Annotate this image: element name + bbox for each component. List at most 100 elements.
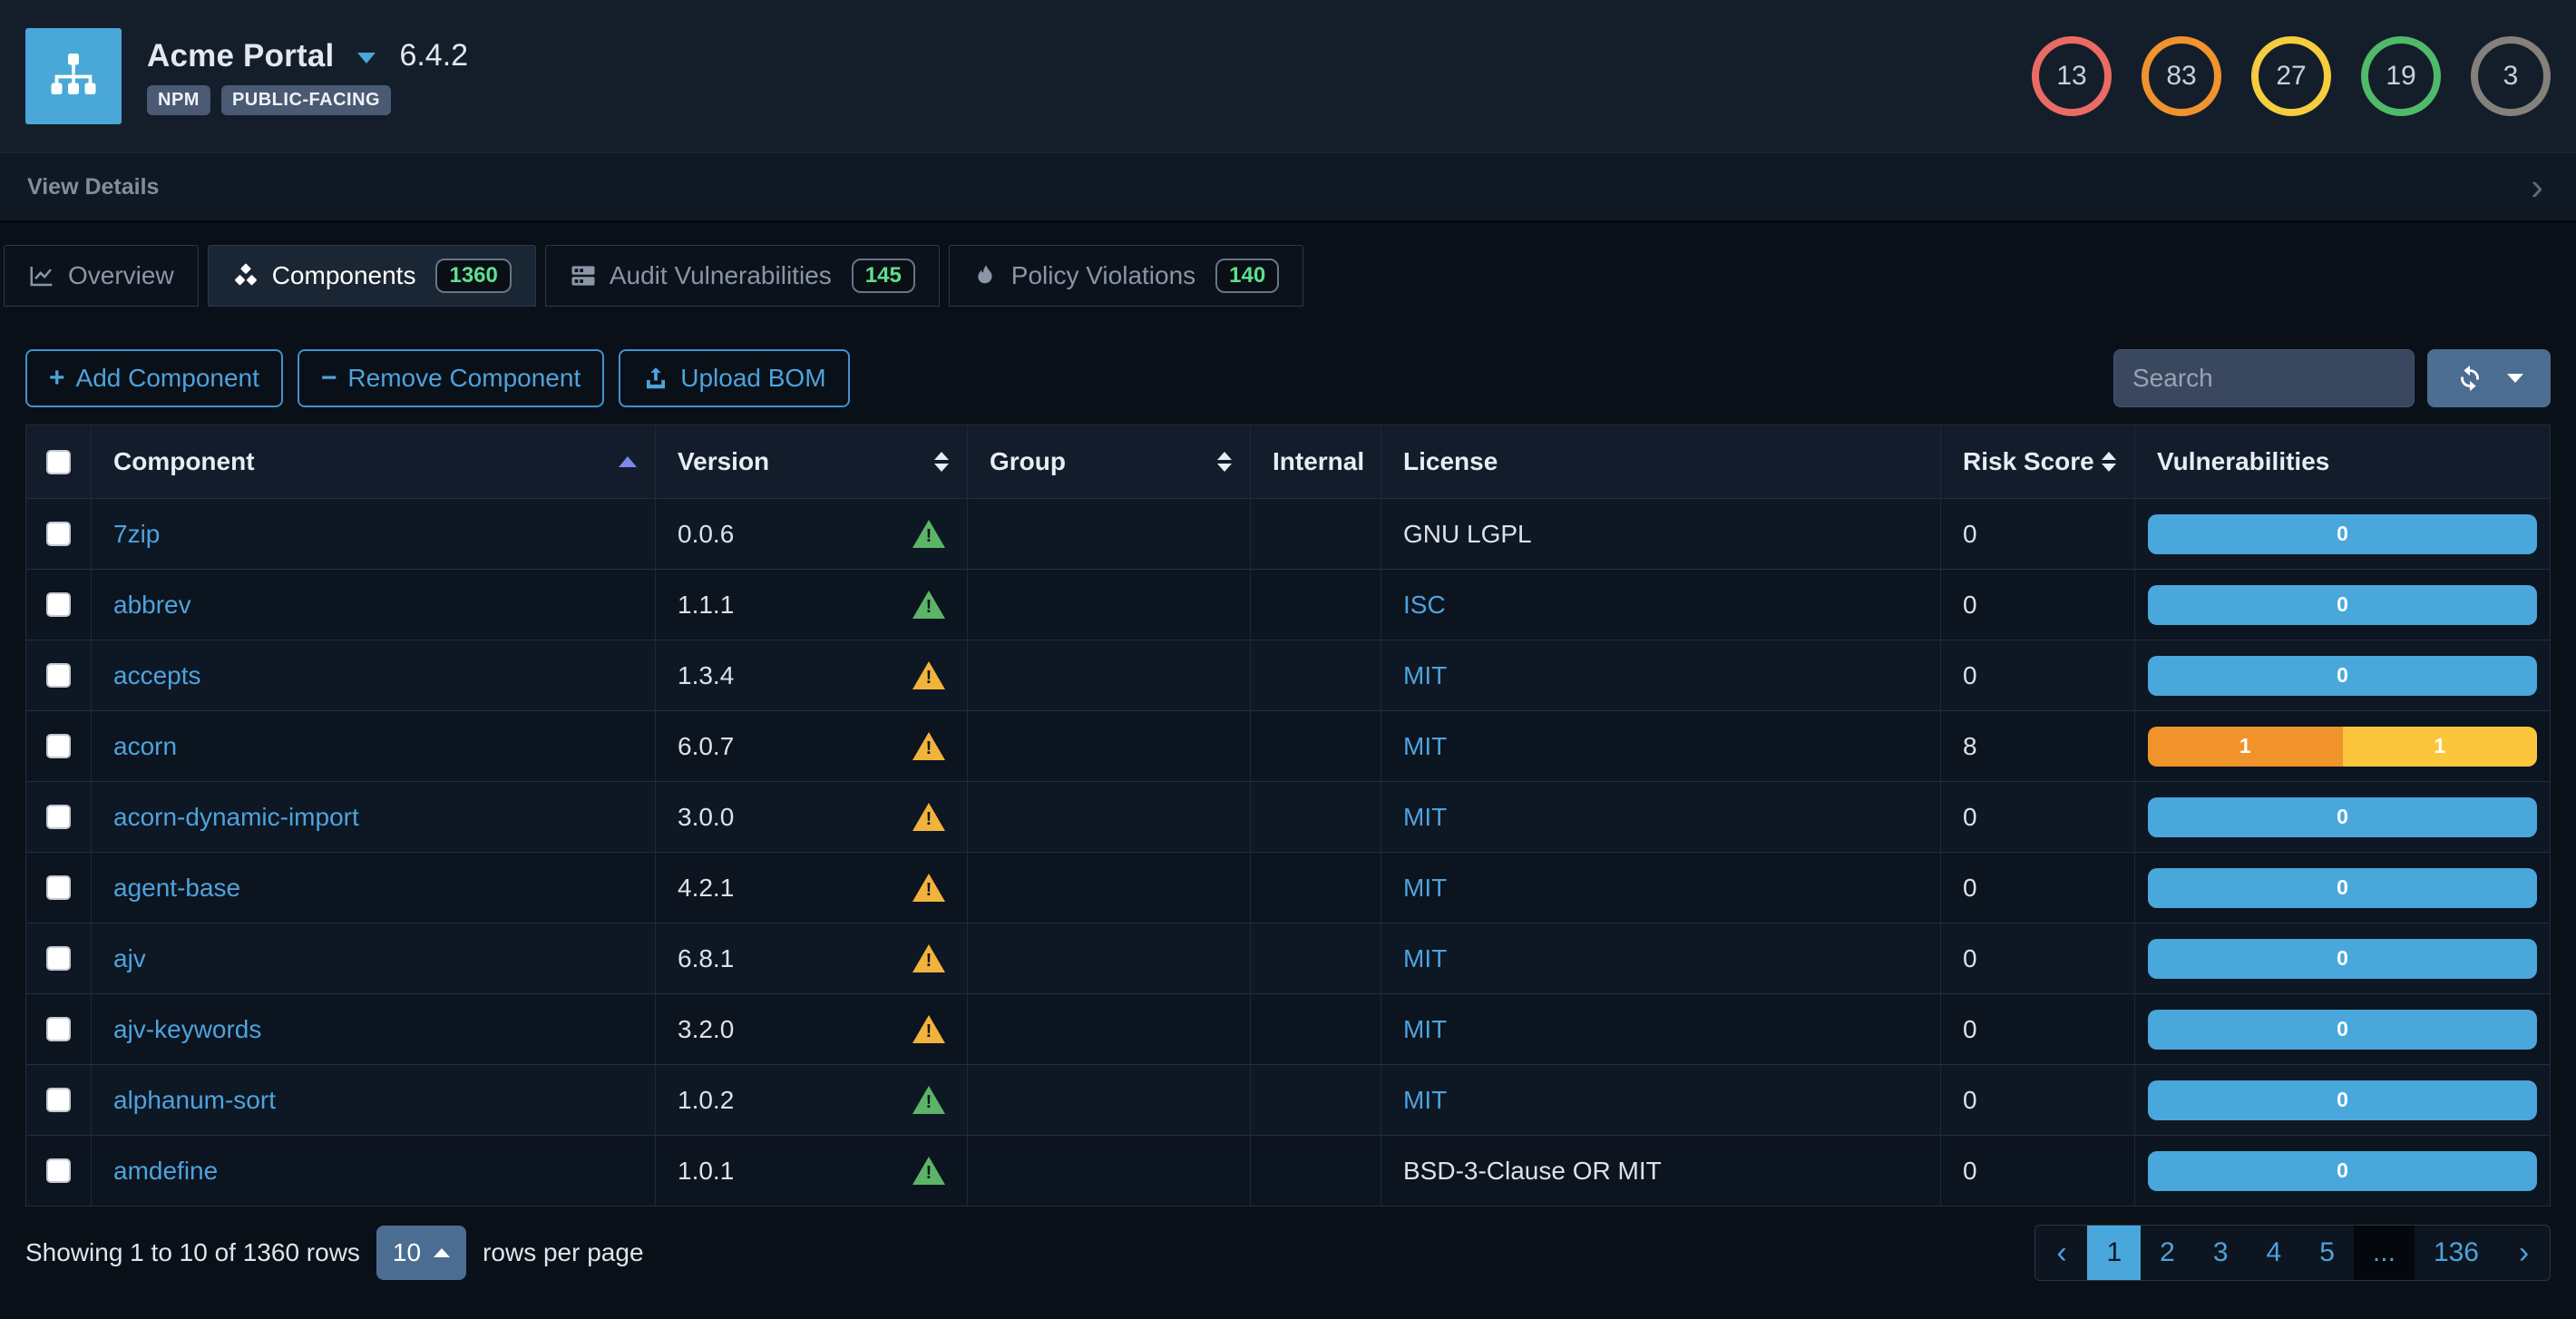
risk-score-cell: 0 (1941, 640, 2135, 710)
component-link[interactable]: acorn-dynamic-import (113, 803, 359, 832)
column-header-version[interactable]: Version (656, 425, 968, 498)
table-row: abbrev 1.1.1 ISC 0 0 (26, 569, 2550, 640)
component-link[interactable]: abbrev (113, 591, 191, 620)
pagination-page[interactable]: 1 (2087, 1226, 2141, 1280)
component-link[interactable]: acorn (113, 732, 177, 761)
warning-triangle-icon (912, 591, 945, 619)
table-row: alphanum-sort 1.0.2 MIT 0 0 (26, 1064, 2550, 1135)
component-link[interactable]: alphanum-sort (113, 1086, 276, 1115)
component-link[interactable]: amdefine (113, 1157, 218, 1186)
pagination-page[interactable]: 4 (2248, 1226, 2301, 1280)
sort-icon (2102, 452, 2116, 472)
component-cell: acorn-dynamic-import (92, 782, 656, 852)
license-text[interactable]: MIT (1403, 661, 1447, 690)
metric-ring-badge: 13 (2032, 36, 2112, 116)
row-checkbox[interactable] (46, 1158, 71, 1183)
sitemap-icon (46, 49, 101, 103)
tab-count-badge: 140 (1215, 259, 1279, 293)
internal-cell (1251, 1136, 1381, 1206)
view-details-bar[interactable]: View Details › (0, 152, 2576, 222)
license-cell: MIT (1381, 923, 1941, 993)
license-text[interactable]: MIT (1403, 944, 1447, 973)
version-cell: 1.0.1 (656, 1136, 968, 1206)
tab-components[interactable]: Components 1360 (208, 245, 536, 307)
component-link[interactable]: 7zip (113, 520, 160, 549)
tab-count-badge: 145 (852, 259, 915, 293)
column-header-group[interactable]: Group (968, 425, 1251, 498)
license-text[interactable]: MIT (1403, 1086, 1447, 1115)
pagination-next[interactable]: › (2498, 1226, 2550, 1280)
row-checkbox[interactable] (46, 734, 71, 758)
minus-icon: − (321, 363, 337, 394)
row-checkbox[interactable] (46, 663, 71, 688)
column-header-license: License (1381, 425, 1941, 498)
tab-overview[interactable]: Overview (4, 245, 199, 307)
vulnerability-segment: 0 (2148, 585, 2537, 625)
version-cell: 6.0.7 (656, 711, 968, 781)
vulnerabilities-cell: 0 (2135, 923, 2550, 993)
upload-bom-button[interactable]: Upload BOM (619, 349, 849, 407)
table-row: ajv 6.8.1 MIT 0 0 (26, 923, 2550, 993)
add-component-button[interactable]: + Add Component (25, 349, 283, 407)
pagination-page[interactable]: 2 (2141, 1226, 2194, 1280)
select-all-checkbox[interactable] (46, 450, 71, 474)
refresh-icon (2454, 363, 2485, 394)
remove-component-button[interactable]: − Remove Component (298, 349, 604, 407)
internal-cell (1251, 853, 1381, 923)
component-link[interactable]: accepts (113, 661, 201, 690)
view-details-label: View Details (27, 174, 159, 200)
row-checkbox[interactable] (46, 592, 71, 617)
license-text[interactable]: ISC (1403, 591, 1446, 620)
component-cell: abbrev (92, 570, 656, 640)
search-input[interactable] (2113, 349, 2415, 407)
column-header-component[interactable]: Component (92, 425, 656, 498)
internal-cell (1251, 1065, 1381, 1135)
internal-cell (1251, 640, 1381, 710)
license-cell: GNU LGPL (1381, 499, 1941, 569)
license-cell: MIT (1381, 994, 1941, 1064)
page-size-dropdown[interactable]: 10 (376, 1226, 466, 1280)
risk-score-value: 0 (1963, 1157, 1977, 1186)
component-link[interactable]: agent-base (113, 874, 240, 903)
version-cell: 1.3.4 (656, 640, 968, 710)
metric-ring-badge: 3 (2471, 36, 2551, 116)
pagination-prev[interactable]: ‹ (2035, 1226, 2087, 1280)
project-title[interactable]: Acme Portal (147, 38, 334, 74)
group-cell (968, 640, 1251, 710)
pagination-ellipsis: ... (2354, 1226, 2415, 1280)
tab-policy-violations[interactable]: Policy Violations 140 (949, 245, 1303, 307)
vulnerability-segment: 0 (2148, 514, 2537, 554)
risk-score-value: 0 (1963, 803, 1977, 832)
project-logo (25, 28, 122, 124)
pagination-page[interactable]: 136 (2415, 1226, 2498, 1280)
chevron-down-icon[interactable] (357, 53, 376, 64)
row-checkbox[interactable] (46, 875, 71, 900)
vulnerabilities-cell: 0 (2135, 853, 2550, 923)
risk-score-cell: 0 (1941, 1136, 2135, 1206)
tab-audit-vulnerabilities[interactable]: Audit Vulnerabilities 145 (545, 245, 940, 307)
vulnerabilities-bar: 0 (2148, 797, 2537, 837)
row-checkbox[interactable] (46, 805, 71, 829)
component-link[interactable]: ajv (113, 944, 146, 973)
license-text[interactable]: MIT (1403, 1015, 1447, 1044)
license-text[interactable]: MIT (1403, 874, 1447, 903)
pagination-page[interactable]: 3 (2194, 1226, 2248, 1280)
license-cell: MIT (1381, 1065, 1941, 1135)
risk-score-cell: 0 (1941, 923, 2135, 993)
cubes-icon (232, 262, 259, 289)
pagination: ‹ 12345...136 › (2034, 1225, 2551, 1281)
component-link[interactable]: ajv-keywords (113, 1015, 261, 1044)
license-text[interactable]: MIT (1403, 732, 1447, 761)
vulnerability-segment: 0 (2148, 868, 2537, 908)
column-header-risk-score[interactable]: Risk Score (1941, 425, 2135, 498)
component-cell: agent-base (92, 853, 656, 923)
license-text[interactable]: MIT (1403, 803, 1447, 832)
refresh-button[interactable] (2427, 349, 2551, 407)
pagination-page[interactable]: 5 (2300, 1226, 2354, 1280)
risk-score-value: 8 (1963, 732, 1977, 761)
row-checkbox[interactable] (46, 522, 71, 546)
table-header-row: Component Version Group Internal License… (26, 425, 2550, 498)
row-checkbox[interactable] (46, 1017, 71, 1041)
row-checkbox[interactable] (46, 1088, 71, 1112)
row-checkbox[interactable] (46, 946, 71, 971)
